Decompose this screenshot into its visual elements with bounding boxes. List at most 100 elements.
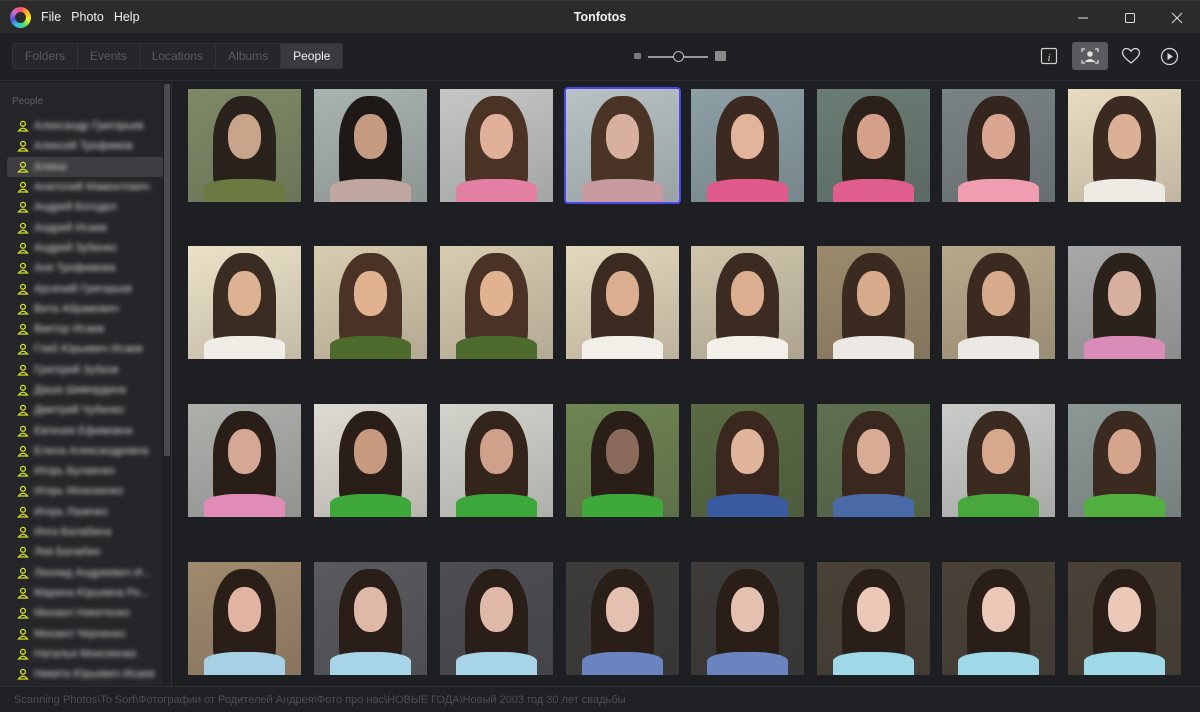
person-item[interactable]: Дмитрий Чубенко: [7, 400, 164, 420]
person-item[interactable]: Елена Александровна: [7, 441, 164, 461]
close-button[interactable]: [1153, 1, 1200, 34]
person-item[interactable]: Аня Трофимова: [7, 258, 164, 278]
face-recognition-button[interactable]: [1072, 42, 1108, 70]
person-item[interactable]: Никита Юрьевич Исаев: [7, 664, 164, 684]
photo-thumbnail[interactable]: [188, 404, 301, 517]
photo-face: [353, 586, 388, 633]
person-item[interactable]: Михаил Черненко: [7, 623, 164, 643]
photo-thumbnail[interactable]: [691, 246, 804, 359]
menu-photo[interactable]: Photo: [71, 10, 104, 24]
person-item[interactable]: Андрей Исаев: [7, 217, 164, 237]
person-item[interactable]: Игорь Моисеенко: [7, 481, 164, 501]
photo-thumbnail[interactable]: [817, 562, 930, 675]
person-item[interactable]: Наталья Моисеенко: [7, 644, 164, 664]
scan-status-text: Scanning Photos\To Sort\Фотографии от Ро…: [14, 694, 626, 706]
photo-clothing: [581, 179, 664, 202]
minimize-icon: [1077, 17, 1088, 18]
menu-help[interactable]: Help: [114, 10, 140, 24]
person-item[interactable]: Евгения Ефимовна: [7, 420, 164, 440]
tab-albums[interactable]: Albums: [216, 44, 282, 68]
person-item[interactable]: Глеб Юрьевич Исаев: [7, 339, 164, 359]
person-item[interactable]: Виктор Исаев: [7, 319, 164, 339]
person-item[interactable]: Леонид Андреевич И...: [7, 563, 164, 583]
sidebar-scrollbar-thumb[interactable]: [164, 84, 170, 456]
photo-thumbnail[interactable]: [188, 562, 301, 675]
photo-face: [227, 586, 262, 633]
photo-thumbnail[interactable]: [440, 404, 553, 517]
person-item[interactable]: Алина: [7, 156, 164, 177]
person-icon: [17, 526, 29, 538]
photo-thumbnail[interactable]: [314, 404, 427, 517]
photo-thumbnail[interactable]: [691, 404, 804, 517]
person-item[interactable]: Алексей Трофимов: [7, 136, 164, 156]
menu-file[interactable]: File: [41, 10, 61, 24]
person-icon: [17, 486, 29, 498]
minimize-button[interactable]: [1059, 1, 1106, 34]
thumbnail-size-slider[interactable]: [634, 50, 728, 64]
person-name: Марина Юрьевна Ро...: [34, 586, 150, 599]
favorite-button[interactable]: [1116, 42, 1146, 70]
photo-thumbnail[interactable]: [564, 87, 681, 204]
photo-thumbnail[interactable]: [566, 562, 679, 675]
photo-thumbnail[interactable]: [566, 404, 679, 517]
person-item[interactable]: Александр Григорьев: [7, 116, 164, 136]
photo-thumbnail[interactable]: [1068, 246, 1181, 359]
person-item[interactable]: Анатолий Мамонтович: [7, 177, 164, 197]
photo-clothing: [455, 336, 538, 359]
photo-thumbnail[interactable]: [188, 89, 301, 202]
grid-scrollbar[interactable]: [1192, 82, 1200, 686]
photo-thumbnail[interactable]: [566, 246, 679, 359]
photo-thumbnail[interactable]: [942, 404, 1055, 517]
photo-thumbnail[interactable]: [440, 246, 553, 359]
person-item[interactable]: Арсений Григорьев: [7, 278, 164, 298]
person-icon: [17, 628, 29, 640]
slider-thumb[interactable]: [672, 51, 684, 62]
photo-face: [227, 113, 262, 160]
slideshow-button[interactable]: [1154, 42, 1184, 70]
person-item[interactable]: Лев Балабин: [7, 542, 164, 562]
photo-clothing: [1083, 494, 1166, 517]
photo-thumbnail[interactable]: [942, 562, 1055, 675]
maximize-button[interactable]: [1106, 1, 1153, 34]
person-item[interactable]: Инга Балабина: [7, 522, 164, 542]
photo-thumbnail[interactable]: [440, 89, 553, 202]
person-name: Глеб Юрьевич Исаев: [34, 343, 143, 356]
photo-thumbnail[interactable]: [691, 562, 804, 675]
person-item[interactable]: Андрей Богодел: [7, 197, 164, 217]
photo-thumbnail[interactable]: [314, 246, 427, 359]
photo-thumbnail[interactable]: [1068, 404, 1181, 517]
close-icon: [1171, 12, 1182, 23]
person-item[interactable]: Марина Юрьевна Ро...: [7, 583, 164, 603]
photo-thumbnail[interactable]: [942, 246, 1055, 359]
sidebar-scrollbar[interactable]: [163, 82, 171, 686]
person-name: Аня Трофимова: [34, 262, 116, 275]
person-icon: [17, 323, 29, 335]
photo-thumbnail[interactable]: [817, 89, 930, 202]
person-name: Игорь Булаенко: [34, 465, 115, 478]
person-item[interactable]: Вита Абрамович: [7, 299, 164, 319]
photo-thumbnail[interactable]: [817, 246, 930, 359]
person-item[interactable]: Игорь Булаенко: [7, 461, 164, 481]
photo-thumbnail[interactable]: [942, 89, 1055, 202]
person-item[interactable]: Игорь Лазенко: [7, 502, 164, 522]
photo-thumbnail[interactable]: [691, 89, 804, 202]
tab-locations[interactable]: Locations: [140, 44, 217, 68]
photo-thumbnail[interactable]: [1068, 562, 1181, 675]
tab-folders[interactable]: Folders: [13, 44, 79, 68]
person-item[interactable]: Григорий Зубков: [7, 360, 164, 380]
photo-thumbnail[interactable]: [817, 404, 930, 517]
photo-thumbnail[interactable]: [314, 89, 427, 202]
photo-thumbnail[interactable]: [1068, 89, 1181, 202]
photo-thumbnail[interactable]: [440, 562, 553, 675]
person-item[interactable]: Даша Шимордина: [7, 380, 164, 400]
tab-people[interactable]: People: [281, 44, 343, 68]
person-item[interactable]: Андрей Зубенко: [7, 238, 164, 258]
info-button[interactable]: i: [1034, 42, 1064, 70]
window-controls: [1059, 1, 1200, 34]
person-item[interactable]: Михаил Никитенко: [7, 603, 164, 623]
photo-thumbnail[interactable]: [314, 562, 427, 675]
photo-clothing: [957, 494, 1040, 517]
photo-thumbnail[interactable]: [188, 246, 301, 359]
person-name: Андрей Исаев: [34, 221, 107, 234]
tab-events[interactable]: Events: [78, 44, 140, 68]
